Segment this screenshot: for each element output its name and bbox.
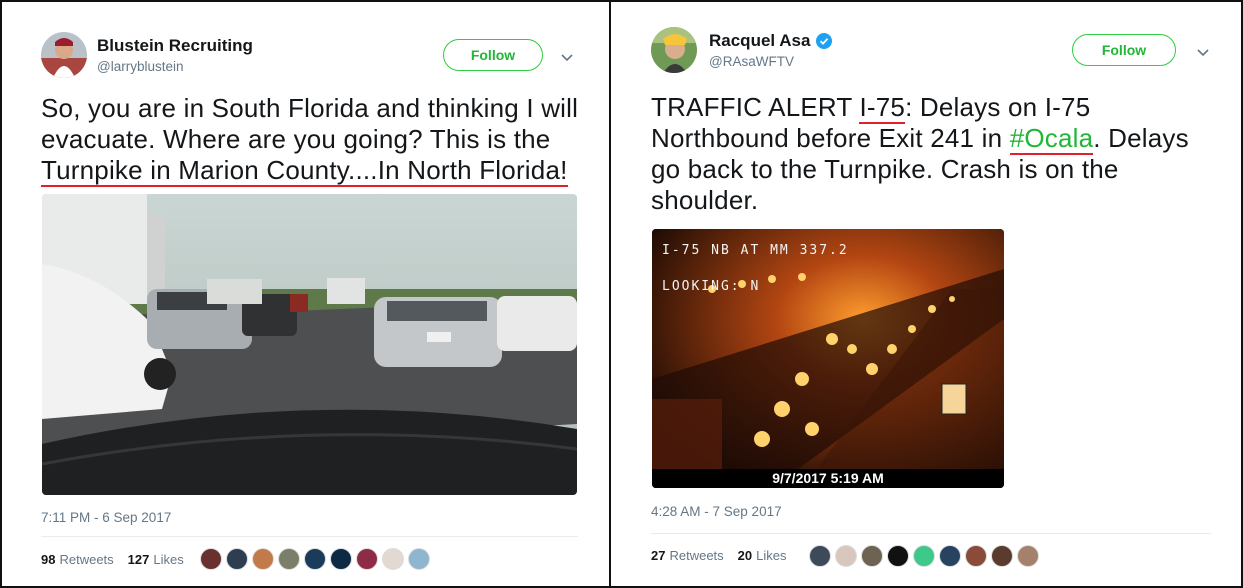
tweet-text-line: Northbound before Exit 241 in #Ocala. De… (651, 123, 1231, 155)
camera-direction-text: LOOKING: N (662, 279, 760, 294)
tweet-text-line: shoulder. (651, 185, 759, 215)
hashtag-link[interactable]: #Ocala (1009, 123, 1094, 155)
tweet-text-line: go back to the Turnpike. Crash is on the (651, 154, 1119, 184)
display-name-row: Racquel Asa (709, 31, 833, 51)
tweet-text-line: So, you are in South Florida and thinkin… (41, 93, 579, 123)
camera-datetime: 9/7/2017 5:19 AM (772, 470, 884, 486)
chevron-down-icon[interactable] (1195, 44, 1211, 60)
retweets-count: 27 (651, 548, 666, 563)
tweet-stats: 98 Retweets 127 Likes (41, 552, 198, 567)
column-divider (609, 2, 611, 588)
liker-avatar[interactable] (252, 548, 274, 570)
liker-avatar[interactable] (835, 545, 857, 567)
liker-avatar[interactable] (382, 548, 404, 570)
likes-count: 20 (737, 548, 753, 563)
divider-line (41, 536, 578, 537)
likes-stat[interactable]: 20 Likes (738, 548, 787, 563)
text-segment: . Delays (1093, 123, 1189, 153)
tweet-text-line: Turnpike in Marion County....In North Fl… (41, 155, 601, 187)
underlined-text: Turnpike in Marion County....In North Fl… (41, 155, 568, 187)
liker-avatar[interactable] (278, 548, 300, 570)
likers-avatars (200, 548, 430, 570)
user-handle[interactable]: @RAsaWFTV (709, 54, 832, 69)
liker-avatar[interactable] (887, 545, 909, 567)
retweets-label: Retweets (59, 552, 114, 567)
avatar[interactable] (41, 32, 87, 78)
retweets-stat[interactable]: 98 Retweets (41, 552, 114, 567)
liker-avatar[interactable] (356, 548, 378, 570)
tweet-stats: 27 Retweets 20 Likes (651, 548, 801, 563)
tweet-timestamp[interactable]: 4:28 AM - 7 Sep 2017 (651, 504, 782, 519)
liker-avatar[interactable] (408, 548, 430, 570)
likes-label: Likes (756, 548, 787, 563)
liker-avatar[interactable] (1017, 545, 1039, 567)
text-segment: Northbound before Exit 241 in (651, 123, 1010, 153)
liker-avatar[interactable] (913, 545, 935, 567)
tweet-text: So, you are in South Florida and thinkin… (41, 93, 601, 187)
text-segment: TRAFFIC ALERT (651, 92, 860, 122)
tweet-text-line: evacuate. Where are you going? This is t… (41, 124, 551, 154)
retweets-stat[interactable]: 27 Retweets (651, 548, 724, 563)
camera-location-text: I-75 NB AT MM 337.2 (662, 243, 849, 258)
liker-avatar[interactable] (809, 545, 831, 567)
follow-button[interactable]: Follow (1072, 34, 1176, 66)
profile-photo-icon (651, 27, 697, 73)
tweet-text: TRAFFIC ALERT I-75: Delays on I-75 North… (651, 92, 1231, 216)
verified-badge-icon (816, 33, 833, 49)
tweet-text-line: TRAFFIC ALERT I-75: Delays on I-75 (651, 92, 1231, 124)
liker-avatar[interactable] (965, 545, 987, 567)
liker-avatar[interactable] (200, 548, 222, 570)
divider-line (651, 533, 1211, 534)
tweet-photo[interactable] (42, 194, 577, 495)
tweet-photo[interactable]: I-75 NB AT MM 337.2 LOOKING: N 9/7/2017 … (652, 229, 1004, 488)
text-segment: : Delays on I-75 (905, 92, 1091, 122)
liker-avatar[interactable] (330, 548, 352, 570)
liker-avatar[interactable] (991, 545, 1013, 567)
follow-button[interactable]: Follow (443, 39, 543, 71)
liker-avatar[interactable] (861, 545, 883, 567)
underlined-text: I-75 (859, 92, 906, 124)
user-handle[interactable]: @larryblustein (97, 59, 253, 74)
liker-avatar[interactable] (304, 548, 326, 570)
retweets-label: Retweets (669, 548, 724, 563)
chevron-down-icon[interactable] (559, 49, 575, 65)
likes-stat[interactable]: 127 Likes (128, 552, 184, 567)
likers-avatars (809, 545, 1039, 567)
liker-avatar[interactable] (939, 545, 961, 567)
likes-label: Likes (153, 552, 184, 567)
tweet-timestamp[interactable]: 7:11 PM - 6 Sep 2017 (41, 510, 171, 525)
likes-count: 127 (127, 552, 150, 567)
profile-photo-icon (41, 32, 87, 78)
retweets-count: 98 (41, 552, 56, 567)
user-info: Racquel Asa @RAsaWFTV (709, 31, 833, 69)
display-name[interactable]: Racquel Asa (709, 31, 810, 51)
traffic-jam-photo (42, 194, 577, 495)
avatar[interactable] (651, 27, 697, 73)
display-name[interactable]: Blustein Recruiting (97, 36, 253, 56)
liker-avatar[interactable] (226, 548, 248, 570)
user-info: Blustein Recruiting @larryblustein (97, 36, 253, 74)
traffic-camera-photo: I-75 NB AT MM 337.2 LOOKING: N 9/7/2017 … (652, 229, 1004, 488)
screenshot-frame: Blustein Recruiting @larryblustein Follo… (0, 0, 1243, 588)
